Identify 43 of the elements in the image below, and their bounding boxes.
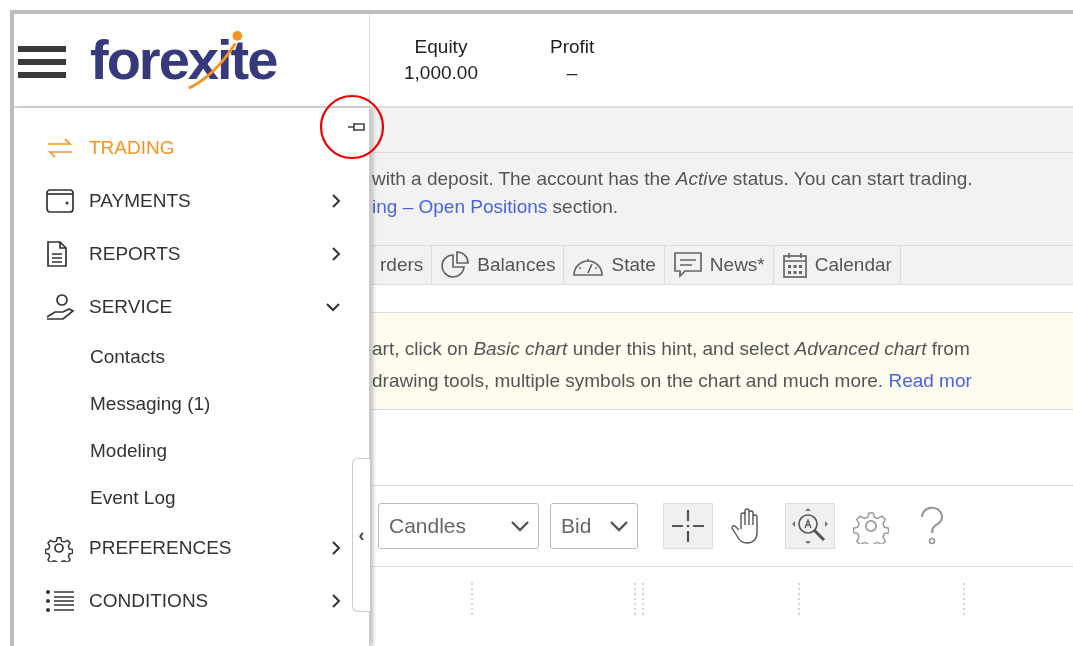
pin-icon [347,121,367,133]
nav-item[interactable]: PAYMENTS [14,174,349,227]
arrows-icon [45,136,75,159]
wallet-icon [45,187,75,214]
chevron-down-icon [609,520,629,532]
stat-label: Equity [414,35,468,59]
highlight-circle [319,94,385,160]
nav-item[interactable]: CONDITIONS [14,574,349,627]
chevron-right-icon [331,192,341,209]
chevron-down-icon [325,301,341,312]
crosshair-tool-button[interactable] [663,503,713,549]
read-more-link[interactable]: Read mor [888,370,972,391]
magnifier-tool-button[interactable] [785,503,835,549]
question-mark-icon [918,506,946,546]
nav-item[interactable]: REPORTS [14,227,349,280]
stat-value: – [566,61,578,85]
submenu-item[interactable]: Contacts [14,333,349,380]
speech-bubble-icon [672,251,703,279]
collapse-handle[interactable]: ‹ [352,458,370,612]
stat-label: Profit [549,35,595,59]
chevron-right-icon [331,539,341,556]
nav-item[interactable]: SERVICE [14,280,349,333]
chevron-right-icon [331,592,341,609]
chevron-right-icon [331,245,341,262]
hint-text: art, click on Basic chart under this hint, and select Advanced chart from drawing tools, multiple symbols on the chart and much more. Read mor [372,337,973,393]
submenu-item[interactable]: Event Log [14,474,349,521]
notice-text: with a deposit. The account has the Active status. You can start trading. ing – Open Positions section. [372,167,974,219]
stat-value: 1,000.00 [404,61,478,85]
crosshair-icon [670,508,706,544]
nav-item[interactable]: PREFERENCES [14,521,349,574]
submenu-item[interactable]: Messaging (1) [14,380,349,427]
pie-chart-icon [440,251,471,279]
open-positions-link[interactable]: ing – Open Positions [372,196,548,217]
dropdown[interactable]: Candles [378,503,539,549]
document-icon [45,239,69,268]
calendar-icon [781,251,808,279]
list-icon [45,588,75,613]
chevron-down-icon [510,520,530,532]
submenu-item[interactable]: Modeling [14,427,349,474]
hand-icon [45,292,77,321]
magnifier-icon [790,506,830,546]
menu-icon[interactable] [18,44,68,80]
dropdown[interactable]: Bid [550,503,638,549]
